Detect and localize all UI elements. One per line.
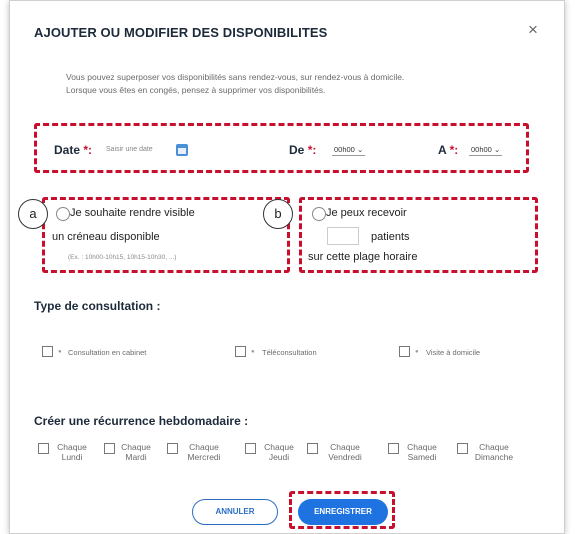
recurrence-monday-checkbox[interactable] xyxy=(38,443,49,454)
home-visit-label: Visite à domicile xyxy=(426,348,481,357)
recurrence-sunday-checkbox[interactable] xyxy=(457,443,468,454)
visible-slot-radio[interactable] xyxy=(56,207,70,221)
recurrence-saturday-checkbox[interactable] xyxy=(388,443,399,454)
teleconsultation-label: Téléconsultation xyxy=(262,348,317,357)
patients-count-input[interactable] xyxy=(327,227,359,245)
option-b-line3: sur cette plage horaire xyxy=(308,251,418,263)
consultation-cabinet-label: Consultation en cabinet xyxy=(68,348,147,357)
close-icon[interactable]: × xyxy=(528,20,538,40)
info-icon: ● xyxy=(251,349,255,355)
recurrence-thursday-label: Chaque Jeudi xyxy=(264,442,294,462)
to-label: A *: xyxy=(438,143,459,157)
intro-line-1: Vous pouvez superposer vos disponibilité… xyxy=(66,72,405,82)
chevron-down-icon: ⌄ xyxy=(356,145,364,154)
annotation-b: b xyxy=(263,199,293,229)
to-time-value: 00h00 xyxy=(471,145,492,154)
chevron-down-icon: ⌄ xyxy=(493,145,501,154)
intro-text: Vous pouvez superposer vos disponibilité… xyxy=(66,71,526,97)
recurrence-tuesday-label: Chaque Mardi xyxy=(121,442,151,462)
teleconsultation-checkbox[interactable] xyxy=(235,346,246,357)
info-icon: ● xyxy=(58,349,62,355)
from-label: De *: xyxy=(289,143,317,157)
home-visit-checkbox[interactable] xyxy=(399,346,410,357)
from-time-value: 00h00 xyxy=(334,145,355,154)
recurrence-wednesday-checkbox[interactable] xyxy=(167,443,178,454)
recurrence-thursday-checkbox[interactable] xyxy=(245,443,256,454)
option-b-patients: patients xyxy=(371,231,410,243)
recurrence-title: Créer une récurrence hebdomadaire : xyxy=(34,414,249,428)
cancel-button[interactable]: ANNULER xyxy=(192,499,278,525)
date-input[interactable]: Saisir une date xyxy=(106,146,153,153)
consultation-type-title: Type de consultation : xyxy=(34,299,161,313)
recurrence-saturday-label: Chaque Samedi xyxy=(407,442,437,462)
option-a-line2: un créneau disponible xyxy=(52,231,160,243)
recurrence-sunday-label: Chaque Dimanche xyxy=(474,442,514,462)
consultation-cabinet-checkbox[interactable] xyxy=(42,346,53,357)
recurrence-tuesday-checkbox[interactable] xyxy=(104,443,115,454)
recurrence-monday-label: Chaque Lundi xyxy=(57,442,87,462)
calendar-icon[interactable] xyxy=(176,144,188,156)
intro-line-2: Lorsque vous êtes en congés, pensez à su… xyxy=(66,85,326,95)
availability-modal: AJOUTER OU MODIFIER DES DISPONIBILITES ×… xyxy=(9,0,565,534)
modal-title: AJOUTER OU MODIFIER DES DISPONIBILITES xyxy=(34,25,328,40)
save-button[interactable]: ENREGISTRER xyxy=(298,499,388,525)
info-icon: ● xyxy=(415,349,419,355)
recurrence-friday-checkbox[interactable] xyxy=(307,443,318,454)
from-time-select[interactable]: 00h00 ⌄ xyxy=(332,145,366,156)
recurrence-friday-label: Chaque Vendredi xyxy=(328,442,362,462)
date-label: Date *: xyxy=(54,143,93,157)
recurrence-wednesday-label: Chaque Mercredi xyxy=(187,442,221,462)
option-a-example: (Ex. : 10h00-10h15, 10h15-10h30, ...) xyxy=(68,254,177,261)
patients-capacity-radio[interactable] xyxy=(312,207,326,221)
annotation-a: a xyxy=(18,199,48,229)
to-time-select[interactable]: 00h00 ⌄ xyxy=(469,145,503,156)
option-b-line1: Je peux recevoir xyxy=(326,207,407,219)
option-a-line1: Je souhaite rendre visible xyxy=(70,207,195,219)
